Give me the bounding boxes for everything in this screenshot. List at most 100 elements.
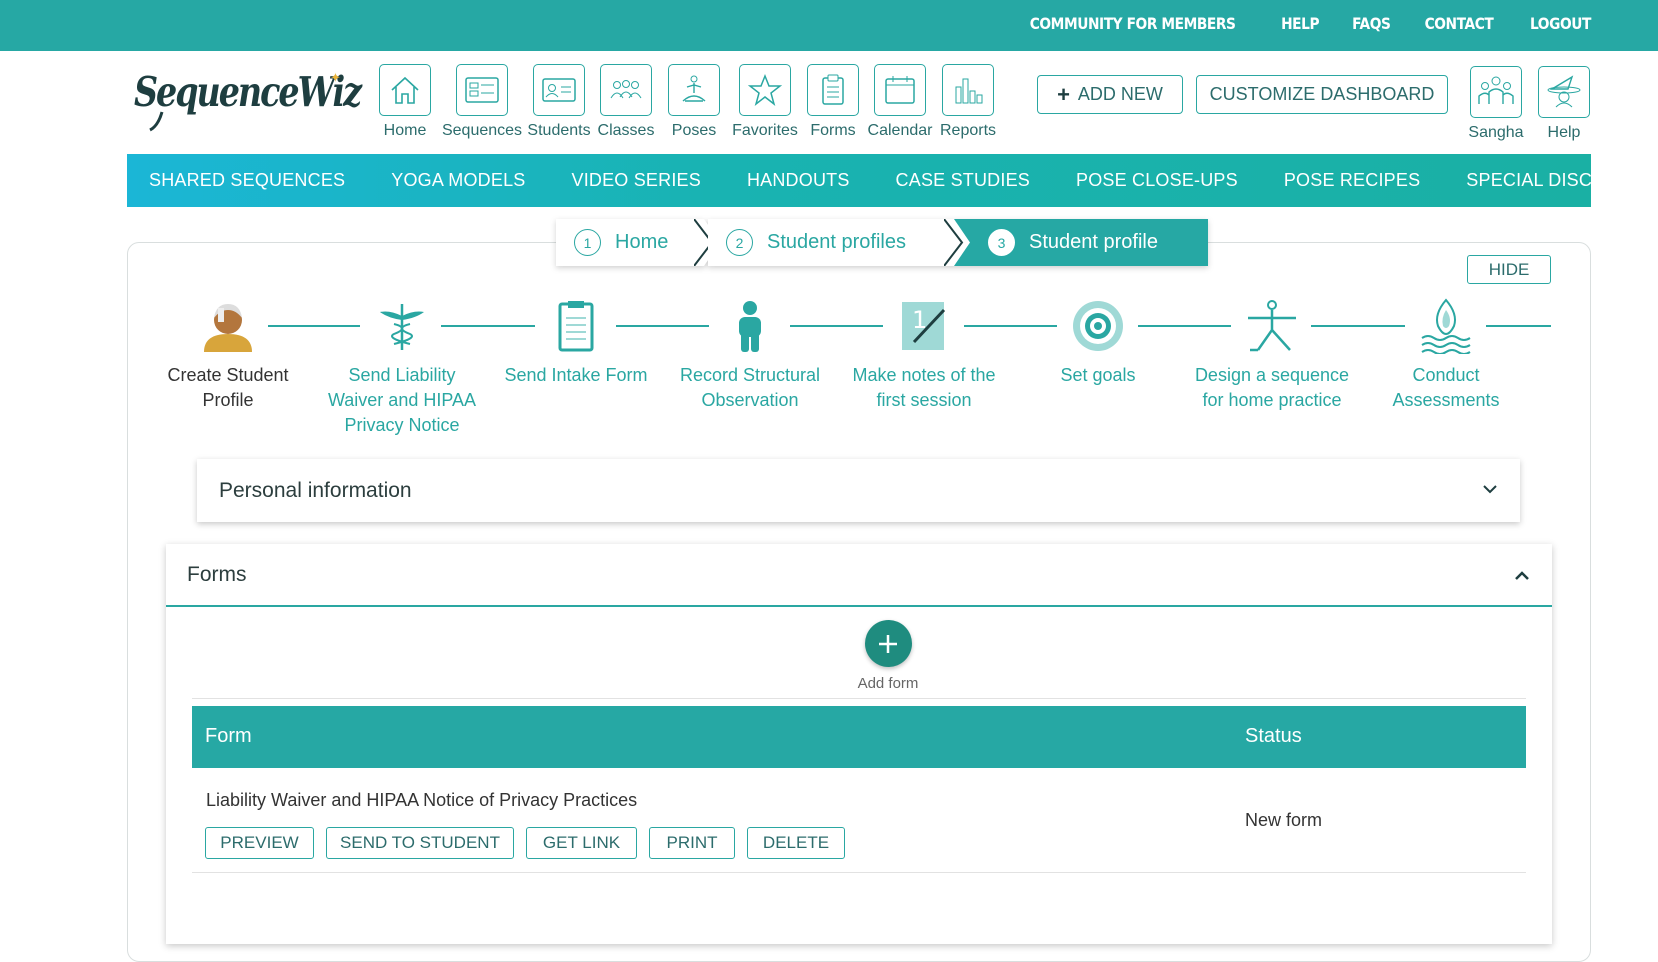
nav-favorites[interactable]: Favorites — [732, 64, 798, 140]
banner-case-studies[interactable]: CASE STUDIES — [896, 170, 1030, 191]
column-header-status: Status — [1245, 725, 1302, 747]
chevron-right-icon — [942, 219, 972, 266]
meditation-pose-icon — [668, 64, 720, 116]
form-status: New form — [1245, 810, 1323, 830]
breadcrumb: 1 Home 2 Student profiles 3 Student prof… — [556, 219, 1208, 266]
target-icon — [1014, 295, 1182, 357]
nav-label: Calendar — [867, 122, 933, 139]
warrior-pose-icon — [1188, 295, 1356, 357]
step-make-notes[interactable]: 1 Make notes of the first session — [840, 295, 1008, 413]
help-link[interactable]: HELP — [1281, 14, 1319, 33]
step-record-structural-observation[interactable]: Record Structural Observation — [666, 295, 834, 413]
step-conduct-assessments[interactable]: Conduct Assessments — [1362, 295, 1530, 413]
step-text: Record Structural — [679, 365, 821, 385]
breadcrumb-student-profile[interactable]: 3 Student profile — [970, 219, 1208, 266]
contact-link[interactable]: CONTACT — [1425, 14, 1494, 33]
step-text: Create Student — [167, 365, 289, 385]
clipboard-icon — [492, 295, 660, 357]
id-card-icon — [533, 64, 585, 116]
banner-pose-recipes[interactable]: POSE RECIPES — [1284, 170, 1420, 191]
faqs-link[interactable]: FAQS — [1352, 14, 1391, 33]
calendar-icon — [874, 64, 926, 116]
nav-sangha[interactable]: Sangha — [1468, 66, 1524, 142]
breadcrumb-label: Home — [615, 231, 669, 253]
caduceus-icon — [318, 295, 486, 357]
logo[interactable]: SequenceWiz ✦ — [132, 60, 365, 136]
send-to-student-button[interactable]: SEND TO STUDENT — [326, 827, 514, 859]
banner-video-series[interactable]: VIDEO SERIES — [572, 170, 701, 191]
nav-label: Home — [383, 122, 427, 139]
svg-text:SequenceWiz: SequenceWiz — [134, 68, 363, 116]
print-button[interactable]: PRINT — [649, 827, 735, 859]
add-new-label: ADD NEW — [1077, 84, 1163, 104]
add-form-button[interactable] — [864, 620, 912, 667]
community-link[interactable]: COMMUNITY FOR MEMBERS — [1030, 14, 1236, 33]
get-link-button[interactable]: GET LINK — [526, 827, 637, 859]
customize-dashboard-button[interactable]: CUSTOMIZE DASHBOARD — [1196, 75, 1448, 114]
sequences-icon — [456, 64, 508, 116]
banner-pose-close-ups[interactable]: POSE CLOSE-UPS — [1076, 170, 1238, 191]
notes-pencil-icon: 1 — [840, 295, 1008, 357]
divider — [192, 872, 1526, 873]
step-text: Observation — [701, 390, 799, 410]
logout-link[interactable]: LOGOUT — [1530, 14, 1591, 33]
nav-home[interactable]: Home — [378, 64, 432, 140]
panel-title: Forms — [187, 562, 247, 586]
step-text: for home practice — [1202, 390, 1342, 410]
step-text: Assessments — [1392, 390, 1500, 410]
step-design-sequence[interactable]: Design a sequence for home practice — [1188, 295, 1356, 413]
step-text: Send Liability — [348, 365, 456, 385]
nav-students[interactable]: Students — [526, 64, 592, 140]
step-text: Send Intake Form — [504, 365, 648, 385]
step-set-goals[interactable]: Set goals — [1014, 295, 1182, 388]
banner-special-discounts[interactable]: SPECIAL DISCOUNTS — [1466, 170, 1656, 191]
preview-button[interactable]: PREVIEW — [205, 827, 314, 859]
nav-calendar[interactable]: Calendar — [868, 64, 932, 140]
add-new-button[interactable]: + ADD NEW — [1037, 75, 1183, 114]
resources-banner: SHARED SEQUENCES YOGA MODELS VIDEO SERIE… — [127, 154, 1656, 207]
nav-sequences[interactable]: Sequences — [441, 64, 523, 140]
step-text: Design a sequence — [1194, 365, 1350, 385]
banner-handouts[interactable]: HANDOUTS — [747, 170, 850, 191]
nav-reports[interactable]: Reports — [940, 64, 996, 140]
nav-label: Students — [527, 122, 591, 139]
breadcrumb-label: Student profiles — [767, 231, 906, 253]
nav-label: Favorites — [732, 122, 798, 139]
hide-button[interactable]: HIDE — [1467, 255, 1551, 284]
nav-help[interactable]: Help — [1536, 66, 1592, 142]
plus-icon — [879, 634, 897, 653]
breadcrumb-student-profiles[interactable]: 2 Student profiles — [708, 219, 944, 266]
add-form-label: Add form — [857, 675, 919, 692]
nav-forms[interactable]: Forms — [806, 64, 860, 140]
personal-information-panel[interactable]: Personal information — [197, 459, 1520, 522]
plus-icon: + — [1057, 81, 1070, 107]
logo-wordmark: SequenceWiz ✦ — [134, 68, 365, 132]
banner-shared-sequences[interactable]: SHARED SEQUENCES — [149, 170, 345, 191]
step-text: Conduct — [1412, 365, 1480, 385]
nav-classes[interactable]: Classes — [598, 64, 654, 140]
top-bar: COMMUNITY FOR MEMBERS HELP FAQS CONTACT … — [0, 0, 1658, 51]
step-text: Privacy Notice — [344, 415, 460, 435]
main-nav: Home Sequences Students Classes Poses Fa… — [378, 64, 996, 140]
step-send-liability-waiver[interactable]: Send Liability Waiver and HIPAA Privacy No… — [318, 295, 486, 438]
nav-label: Sangha — [1468, 124, 1524, 141]
flame-water-icon — [1362, 295, 1530, 357]
nav-poses[interactable]: Poses — [666, 64, 722, 140]
nav-label: Help — [1547, 124, 1581, 141]
nav-label: Poses — [671, 122, 717, 139]
delete-button[interactable]: DELETE — [747, 827, 845, 859]
house-icon — [379, 64, 431, 116]
step-send-intake-form[interactable]: Send Intake Form — [492, 295, 660, 388]
community-icon — [1470, 66, 1522, 118]
panel-title: Personal information — [219, 478, 412, 502]
step-text: Profile — [202, 390, 254, 410]
step-create-student-profile[interactable]: Create Student Profile — [144, 295, 312, 413]
forms-panel: Forms Add form Form Status Liability Wai… — [166, 544, 1552, 944]
banner-yoga-models[interactable]: YOGA MODELS — [391, 170, 525, 191]
forms-panel-header[interactable]: Forms — [166, 544, 1552, 607]
person-icon — [666, 295, 834, 357]
nav-label: Reports — [939, 122, 997, 139]
breadcrumb-home[interactable]: 1 Home — [556, 219, 694, 266]
nav-label: Sequences — [441, 122, 523, 139]
forms-table-header: Form Status — [192, 706, 1526, 768]
